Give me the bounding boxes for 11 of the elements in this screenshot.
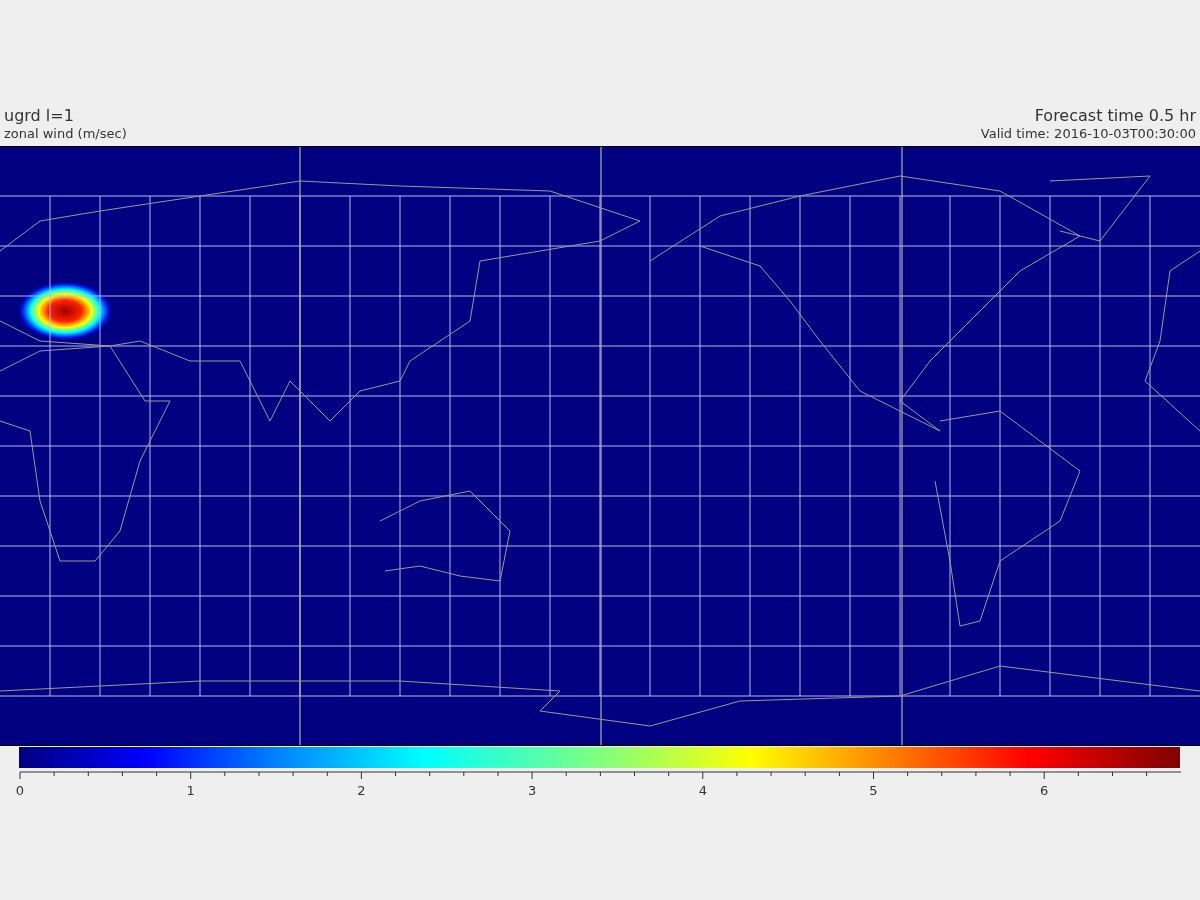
valid-time: Valid time: 2016-10-03T00:30:00 — [980, 126, 1196, 142]
tick-label: 6 — [1040, 783, 1049, 798]
plot-title: ugrd l=1 — [4, 106, 75, 126]
tick-label: 4 — [698, 783, 707, 798]
tick-label: 0 — [15, 783, 25, 798]
tick-label: 3 — [527, 783, 537, 798]
tick-label: 5 — [869, 783, 878, 798]
tick-label: 2 — [357, 783, 366, 798]
forecast-time: Forecast time 0.5 hr — [1034, 106, 1196, 126]
tick-label: 1 — [186, 783, 195, 798]
plot-subtitle: zonal wind (m/sec) — [4, 126, 127, 142]
